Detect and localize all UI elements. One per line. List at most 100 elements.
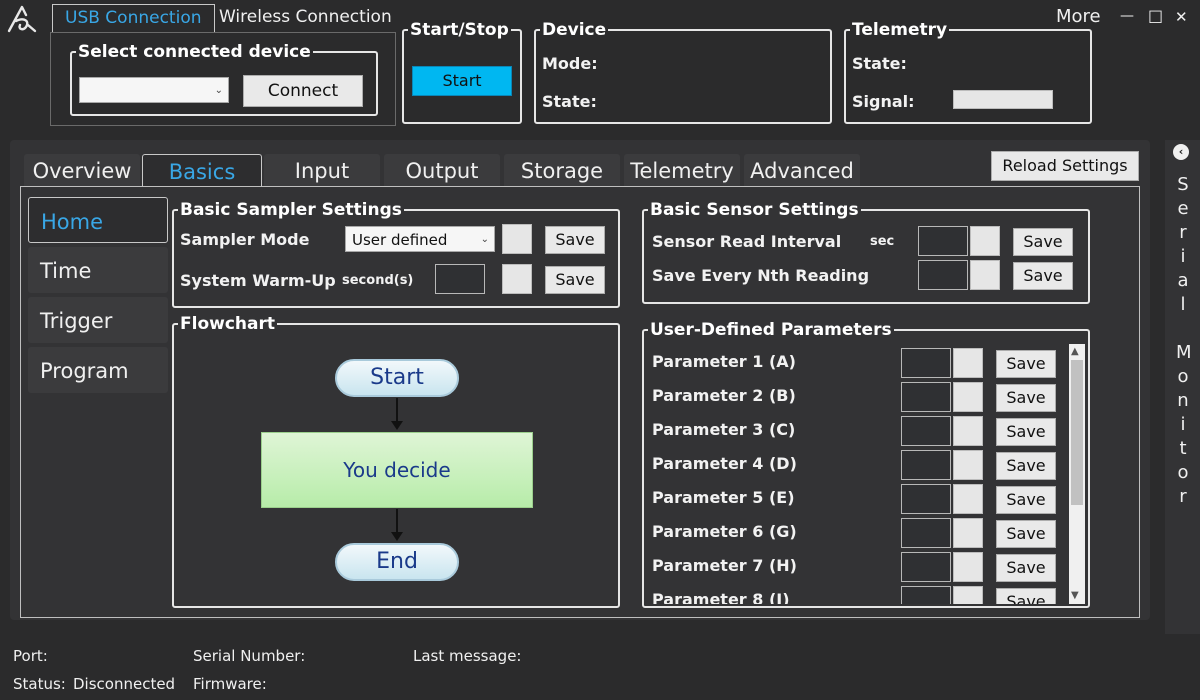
basic-sensor-legend: Basic Sensor Settings bbox=[650, 200, 859, 220]
flowchart-arrow-line bbox=[396, 509, 398, 533]
minimize-icon[interactable]: — bbox=[1120, 8, 1134, 24]
user-params-list[interactable]: Parameter 1 (A) Save Parameter 2 (B) Save Pa… bbox=[646, 344, 1066, 604]
user-param-save-button[interactable]: Save bbox=[996, 588, 1056, 604]
user-param-indicator bbox=[953, 348, 983, 378]
user-param-label: Parameter 4 (D) bbox=[652, 454, 797, 473]
save-nth-indicator bbox=[970, 260, 1000, 290]
user-param-row: Parameter 8 (J) Save bbox=[646, 586, 1066, 604]
sampler-mode-save-button[interactable]: Save bbox=[545, 226, 605, 254]
scroll-up-icon[interactable]: ▲ bbox=[1071, 346, 1079, 357]
tab-basics[interactable]: Basics bbox=[142, 154, 262, 186]
sidebar-item-program[interactable]: Program bbox=[28, 347, 168, 393]
save-nth-save-button[interactable]: Save bbox=[1013, 262, 1073, 290]
flowchart-start-node: Start bbox=[335, 359, 459, 397]
sidebar-item-home[interactable]: Home bbox=[28, 197, 168, 243]
user-param-save-button[interactable]: Save bbox=[996, 418, 1056, 446]
user-param-label: Parameter 7 (H) bbox=[652, 556, 797, 575]
user-param-indicator bbox=[953, 518, 983, 548]
tab-output[interactable]: Output bbox=[384, 154, 500, 186]
maximize-icon[interactable]: □ bbox=[1148, 6, 1163, 25]
user-param-save-button[interactable]: Save bbox=[996, 520, 1056, 548]
flowchart-legend: Flowchart bbox=[180, 314, 275, 334]
tab-telemetry[interactable]: Telemetry bbox=[624, 154, 740, 186]
user-param-input[interactable] bbox=[901, 348, 951, 378]
user-param-input[interactable] bbox=[901, 382, 951, 412]
flowchart-arrow-down-icon bbox=[391, 421, 403, 430]
user-param-row: Parameter 6 (G) Save bbox=[646, 518, 1066, 548]
warmup-label: System Warm-Up bbox=[180, 271, 336, 290]
chevron-down-icon: ⌄ bbox=[480, 234, 489, 245]
chevron-down-icon: ⌄ bbox=[214, 85, 223, 96]
device-select[interactable]: ⌄ bbox=[79, 77, 229, 103]
firmware-label: Firmware: bbox=[193, 675, 267, 693]
telemetry-state-label: State: bbox=[852, 54, 907, 73]
flowchart-arrow-down-icon bbox=[391, 532, 403, 541]
sidebar-item-time[interactable]: Time bbox=[28, 247, 168, 293]
user-param-input[interactable] bbox=[901, 552, 951, 582]
sampler-mode-value: User defined bbox=[352, 231, 448, 249]
serial-monitor-label-char: r bbox=[1179, 222, 1187, 243]
sensor-interval-unit: sec bbox=[870, 234, 895, 249]
warmup-unit-label: second(s) bbox=[342, 273, 414, 288]
close-icon[interactable]: ✕ bbox=[1175, 8, 1188, 26]
user-param-input[interactable] bbox=[901, 518, 951, 548]
user-params-scroll-thumb[interactable] bbox=[1071, 360, 1083, 505]
user-param-input[interactable] bbox=[901, 484, 951, 514]
warmup-indicator bbox=[502, 264, 532, 294]
user-param-row: Parameter 3 (C) Save bbox=[646, 416, 1066, 446]
user-param-indicator bbox=[953, 382, 983, 412]
save-nth-input[interactable] bbox=[918, 260, 968, 290]
user-param-input[interactable] bbox=[901, 586, 951, 604]
user-param-label: Parameter 1 (A) bbox=[652, 352, 796, 371]
start-stop-legend: Start/Stop bbox=[410, 20, 509, 40]
serial-monitor-label-char: e bbox=[1177, 198, 1189, 219]
flowchart-arrow-line bbox=[396, 398, 398, 422]
sensor-interval-save-button[interactable]: Save bbox=[1013, 228, 1073, 256]
sensor-interval-indicator bbox=[970, 226, 1000, 256]
chevron-left-icon[interactable]: ‹ bbox=[1173, 144, 1189, 160]
tab-input[interactable]: Input bbox=[264, 154, 380, 186]
user-param-indicator bbox=[953, 586, 983, 604]
user-param-save-button[interactable]: Save bbox=[996, 384, 1056, 412]
tab-overview[interactable]: Overview bbox=[24, 154, 140, 186]
flowchart-end-node: End bbox=[335, 543, 459, 581]
warmup-save-button[interactable]: Save bbox=[545, 266, 605, 294]
user-param-input[interactable] bbox=[901, 416, 951, 446]
status-label: Status: bbox=[13, 675, 66, 693]
tab-wireless-connection[interactable]: Wireless Connection bbox=[207, 4, 404, 32]
app-logo-icon bbox=[7, 5, 37, 33]
user-param-indicator bbox=[953, 484, 983, 514]
user-param-label: Parameter 6 (G) bbox=[652, 522, 797, 541]
serial-number-label: Serial Number: bbox=[193, 647, 306, 665]
sensor-interval-input[interactable] bbox=[918, 226, 968, 256]
basic-sampler-legend: Basic Sampler Settings bbox=[180, 200, 402, 220]
start-button[interactable]: Start bbox=[412, 66, 512, 96]
user-param-save-button[interactable]: Save bbox=[996, 452, 1056, 480]
tab-storage[interactable]: Storage bbox=[504, 154, 620, 186]
user-param-row: Parameter 1 (A) Save bbox=[646, 348, 1066, 378]
user-param-save-button[interactable]: Save bbox=[996, 350, 1056, 378]
flowchart-decide-node: You decide bbox=[261, 432, 533, 508]
tab-usb-connection[interactable]: USB Connection bbox=[52, 4, 215, 32]
user-param-save-button[interactable]: Save bbox=[996, 486, 1056, 514]
serial-monitor-label-char: i bbox=[1180, 414, 1186, 435]
user-param-row: Parameter 5 (E) Save bbox=[646, 484, 1066, 514]
user-param-label: Parameter 5 (E) bbox=[652, 488, 795, 507]
sampler-mode-select[interactable]: User defined ⌄ bbox=[345, 226, 495, 252]
telemetry-signal-label: Signal: bbox=[852, 92, 915, 111]
warmup-input[interactable] bbox=[435, 264, 485, 294]
status-value: Disconnected bbox=[73, 675, 176, 693]
serial-monitor-label-char: r bbox=[1179, 486, 1187, 507]
sampler-mode-indicator bbox=[502, 224, 532, 254]
user-param-label: Parameter 3 (C) bbox=[652, 420, 796, 439]
serial-monitor-label-char: M bbox=[1176, 342, 1192, 363]
tab-advanced[interactable]: Advanced bbox=[744, 154, 860, 186]
scroll-down-icon[interactable]: ▼ bbox=[1071, 590, 1079, 601]
connect-button[interactable]: Connect bbox=[243, 75, 363, 107]
user-param-input[interactable] bbox=[901, 450, 951, 480]
serial-monitor-label-char: n bbox=[1177, 390, 1189, 411]
user-param-save-button[interactable]: Save bbox=[996, 554, 1056, 582]
sidebar-item-trigger[interactable]: Trigger bbox=[28, 297, 168, 343]
reload-settings-button[interactable]: Reload Settings bbox=[991, 151, 1139, 181]
serial-monitor-label-char: o bbox=[1177, 366, 1189, 387]
